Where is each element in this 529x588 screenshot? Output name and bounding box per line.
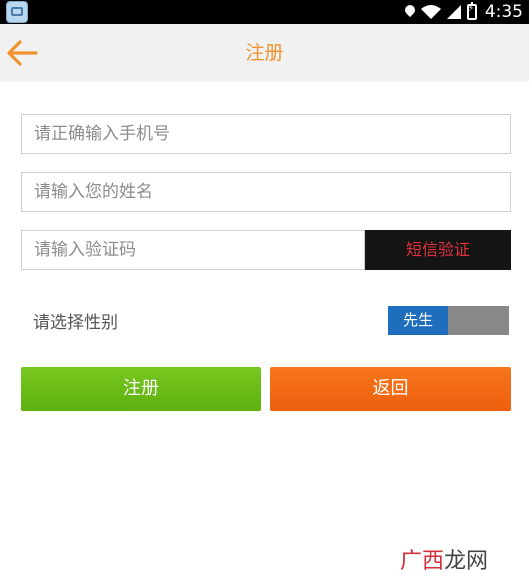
status-bar: 4:35 <box>0 0 529 24</box>
gender-label: 请选择性别 <box>33 313 118 333</box>
back-button[interactable]: 返回 <box>270 367 511 411</box>
phone-field <box>21 114 511 154</box>
watermark: 广西龙网 <box>400 543 488 575</box>
location-icon <box>405 5 415 19</box>
header-bar: 注册 <box>0 24 529 82</box>
name-input[interactable] <box>22 173 510 211</box>
page-title: 注册 <box>245 42 284 64</box>
sms-verify-button[interactable]: 短信验证 <box>365 230 511 270</box>
gender-toggle-selected: 先生 <box>388 306 448 335</box>
status-icons: 4:35 <box>405 0 523 24</box>
phone-input[interactable] <box>22 115 510 153</box>
signal-icon <box>446 5 461 19</box>
battery-charging-icon <box>466 2 477 20</box>
verification-code-field <box>21 230 365 270</box>
wifi-icon <box>420 5 441 19</box>
app-notification-icon <box>6 1 28 23</box>
name-field <box>21 172 511 212</box>
gender-toggle[interactable]: 先生 <box>388 306 509 335</box>
watermark-part1: 广西 <box>400 549 445 574</box>
register-button[interactable]: 注册 <box>21 367 261 411</box>
status-time: 4:35 <box>484 2 523 22</box>
watermark-part2: 龙网 <box>444 549 489 574</box>
verification-code-input[interactable] <box>22 231 364 269</box>
